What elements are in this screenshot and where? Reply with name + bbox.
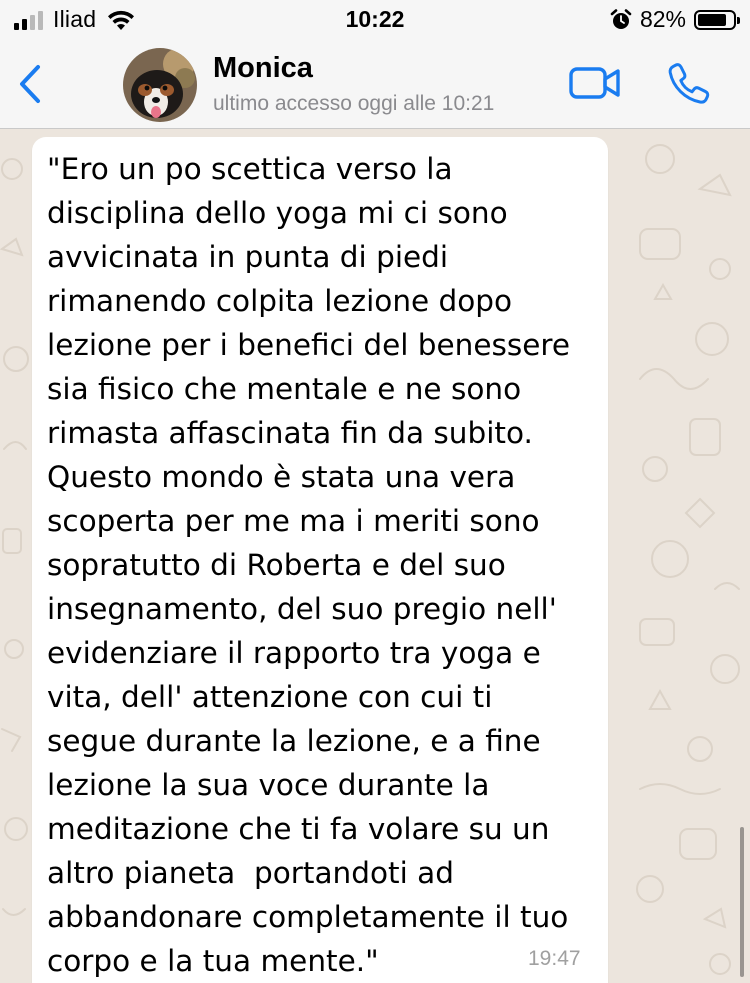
message-line: avvicinata in punta di piedi (47, 240, 449, 274)
status-right: 82% (610, 6, 740, 33)
message-line: disciplina dello yoga mi ci sono (47, 196, 508, 230)
back-button[interactable] (10, 60, 50, 108)
message-line: abbandonare completamente il tuo (47, 900, 569, 934)
message-text: "Ero un po scettica verso la disciplina … (47, 147, 597, 983)
message-line: lezione per i benefici del benessere (47, 328, 571, 362)
battery-icon (694, 9, 740, 30)
message-line: scoperta per me ma i meriti sono (47, 504, 540, 538)
message-line: corpo e la tua mente." (47, 944, 379, 978)
contact-name[interactable]: Monica (213, 52, 313, 85)
message-line: rimasta affascinata fin da subito. (47, 416, 533, 450)
message-line: Questo mondo è stata una vera (47, 460, 516, 494)
message-line: evidenziare il rapporto tra yoga e (47, 636, 541, 670)
message-line: sopratutto di Roberta e del suo (47, 548, 506, 582)
back-chevron-icon (20, 65, 40, 103)
message-line: lezione la sua voce durante la (47, 768, 490, 802)
message-line: "Ero un po scettica verso la (47, 152, 453, 186)
message-line: sia fisico che mentale e ne sono (47, 372, 522, 406)
phone-icon (668, 63, 710, 104)
message-line: rimanendo colpita lezione dopo (47, 284, 513, 318)
video-call-button[interactable] (566, 62, 624, 104)
message-line: meditazione che ti fa volare su un (47, 812, 550, 846)
message-bubble[interactable]: "Ero un po scettica verso la disciplina … (32, 137, 608, 983)
message-line: insegnamento, del suo pregio nell' (47, 592, 557, 626)
video-camera-icon (569, 67, 620, 99)
status-bar: Iliad 10:22 82% (0, 0, 750, 42)
last-seen-status: ultimo accesso oggi alle 10:21 (213, 92, 495, 115)
message-line: segue durante la lezione, e a fine (47, 724, 541, 758)
voice-call-button[interactable] (664, 58, 714, 108)
chat-header: Monica ultimo accesso oggi alle 10:21 (0, 42, 750, 129)
alarm-icon (610, 8, 632, 29)
avatar[interactable] (123, 48, 197, 122)
chat-area[interactable]: "Ero un po scettica verso la disciplina … (0, 129, 750, 983)
scroll-indicator[interactable] (740, 827, 744, 977)
contact-photo (123, 48, 197, 122)
message-line: altro pianeta portandoti ad (47, 856, 454, 890)
message-timestamp: 19:47 (528, 947, 581, 970)
battery-level-fill (698, 13, 726, 26)
battery-percent: 82% (639, 6, 686, 32)
message-line: vita, dell' attenzione con cui ti (47, 680, 493, 714)
